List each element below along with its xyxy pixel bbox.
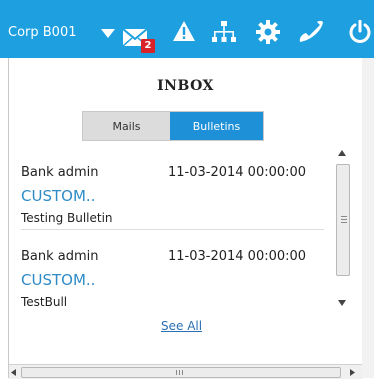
item-body: Testing Bulletin [21,211,113,225]
grip-line [341,216,347,217]
scroll-left-arrow-icon[interactable] [11,369,16,376]
tab-mails[interactable]: Mails [83,112,170,140]
item-body: TestBull [21,295,68,309]
scroll-right-arrow-icon[interactable] [350,369,355,376]
list-item[interactable]: Bank admin 11-03-2014 00:00:00 CUSTOM.. … [21,249,321,309]
grip-line [182,370,183,375]
hierarchy-icon[interactable] [212,20,236,44]
item-subject[interactable]: CUSTOM.. [21,187,95,205]
grip-line [341,222,347,223]
panel-title: INBOX [157,78,214,94]
gear-icon[interactable] [256,20,280,44]
item-divider [21,229,324,230]
see-all-link[interactable]: See All [161,319,202,333]
grip-line [341,219,347,220]
list-item[interactable]: Bank admin 11-03-2014 00:00:00 CUSTOM.. … [21,165,321,225]
unread-badge: 2 [141,39,155,53]
item-sender: Bank admin [21,165,99,180]
item-date: 11-03-2014 00:00:00 [168,249,307,264]
grip-line [176,370,177,375]
grip-line [179,370,180,375]
horizontal-scrollbar[interactable] [9,364,362,379]
phone-icon[interactable] [298,20,324,44]
tab-bar: Mails Bulletins [82,111,264,141]
scroll-up-arrow-icon[interactable] [338,150,346,156]
warning-icon[interactable] [172,20,196,42]
corp-selector-label[interactable]: Corp B001 [8,25,77,41]
scrollbar-thumb[interactable] [336,164,350,276]
inbox-panel: INBOX Mails Bulletins Bank admin 11-03-2… [8,58,363,379]
page-background-strip [362,58,374,378]
item-sender: Bank admin [21,249,99,264]
item-subject[interactable]: CUSTOM.. [21,271,95,289]
tab-bulletins[interactable]: Bulletins [170,112,263,140]
scroll-down-arrow-icon[interactable] [338,300,346,306]
power-icon[interactable] [348,20,372,44]
chevron-down-icon[interactable] [101,29,115,38]
item-date: 11-03-2014 00:00:00 [168,165,307,180]
vertical-scrollbar[interactable] [335,148,351,308]
top-bar: Corp B001 2 [0,0,374,58]
scrollbar-thumb[interactable] [21,367,341,378]
